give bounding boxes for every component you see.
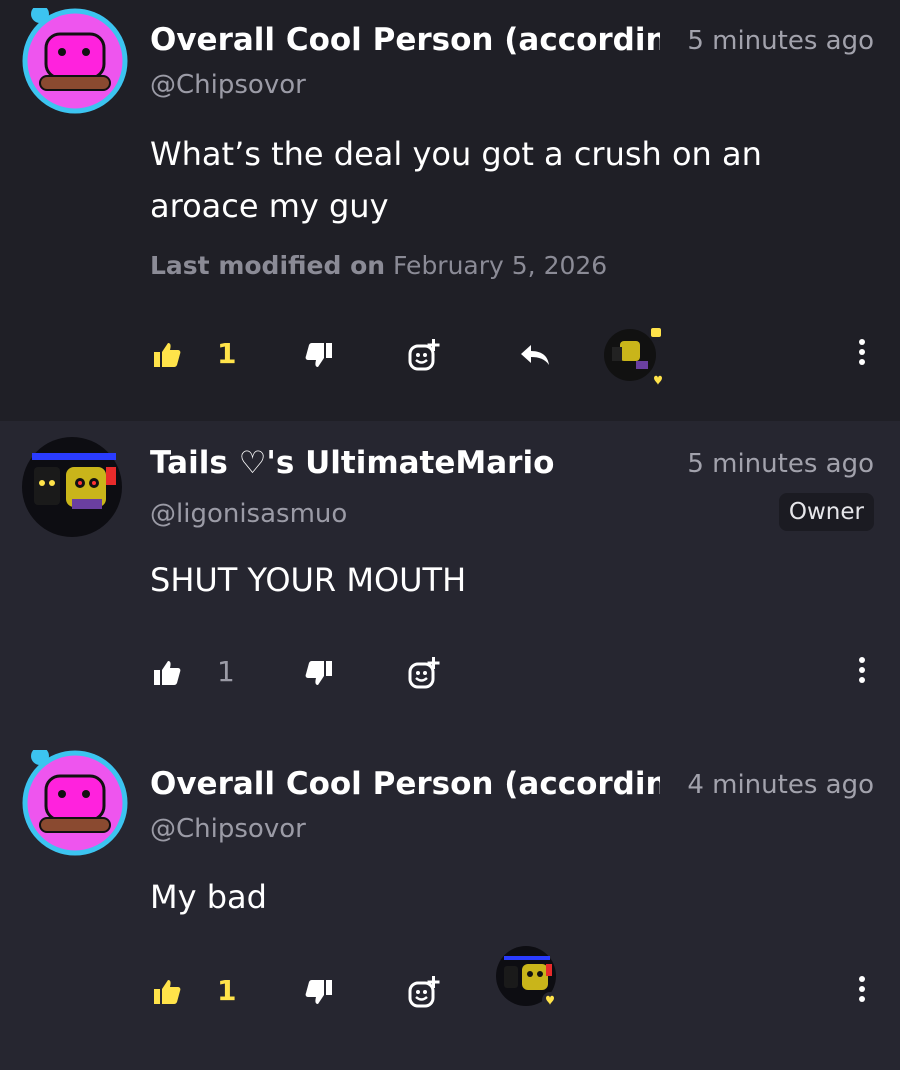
dislike-button[interactable] (302, 649, 336, 697)
comment-item: Overall Cool Person (according 5 minutes… (0, 0, 900, 421)
dislike-button[interactable] (302, 968, 336, 1016)
comment-actions: 1 (0, 946, 900, 1016)
like-count: 1 (217, 655, 235, 688)
avatar[interactable] (22, 5, 128, 114)
thumbs-up-icon (154, 343, 181, 367)
last-modified: Last modified on February 5, 2026 (150, 251, 607, 280)
last-modified-label: Last modified on (150, 251, 386, 280)
add-reaction-icon (408, 657, 440, 689)
like-count: 1 (217, 974, 237, 1007)
comment-text: My bad (150, 878, 267, 916)
last-modified-date: February 5, 2026 (393, 251, 608, 280)
owner-badge: Owner (778, 493, 874, 531)
reaction-avatar[interactable] (496, 946, 558, 1008)
thumbs-down-icon (305, 661, 332, 685)
reply-button[interactable] (518, 331, 552, 379)
thumbs-down-icon (305, 343, 332, 367)
comment-text: What’s the deal you got a crush on an ar… (150, 135, 762, 225)
add-reaction-icon (408, 976, 440, 1008)
comment-item: Tails ♡'s UltimateMario 5 minutes ago @l… (0, 421, 900, 726)
like-button[interactable] (150, 649, 184, 697)
reply-icon (521, 345, 549, 365)
thumbs-up-icon (154, 661, 181, 685)
more-options-icon[interactable] (858, 657, 866, 689)
add-reaction-icon (408, 339, 440, 371)
comment-item: Overall Cool Person (according 4 minutes… (0, 726, 900, 1070)
avatar[interactable] (22, 437, 122, 537)
comment-actions: 1 (0, 325, 900, 388)
avatar[interactable] (22, 747, 128, 856)
like-button[interactable] (150, 331, 184, 379)
author-name[interactable]: Tails ♡'s UltimateMario (150, 445, 670, 481)
author-handle[interactable]: @Chipsovor (150, 814, 306, 844)
thumbs-up-icon (154, 980, 181, 1004)
comment-actions: 1 (0, 649, 900, 697)
timestamp: 5 minutes ago (687, 449, 874, 479)
timestamp: 5 minutes ago (687, 26, 874, 56)
more-options-icon[interactable] (858, 339, 866, 371)
reaction-avatar[interactable] (604, 325, 666, 388)
timestamp: 4 minutes ago (687, 770, 874, 800)
author-name[interactable]: Overall Cool Person (according (150, 766, 660, 802)
like-button[interactable] (150, 968, 184, 1016)
author-handle[interactable]: @ligonisasmuo (150, 499, 347, 529)
add-reaction-button[interactable] (406, 331, 442, 379)
thumbs-down-icon (305, 980, 332, 1004)
like-count: 1 (217, 337, 237, 370)
dislike-button[interactable] (302, 331, 336, 379)
add-reaction-button[interactable] (406, 968, 442, 1016)
more-options-icon[interactable] (858, 976, 866, 1008)
comment-text: SHUT YOUR MOUTH (150, 561, 467, 599)
add-reaction-button[interactable] (406, 649, 442, 697)
author-name[interactable]: Overall Cool Person (according (150, 22, 660, 58)
author-handle[interactable]: @Chipsovor (150, 70, 306, 100)
